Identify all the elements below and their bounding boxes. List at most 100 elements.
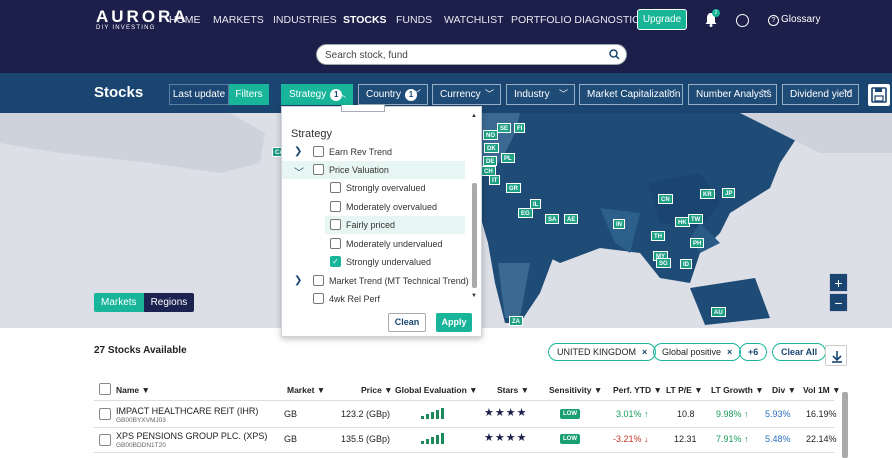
map-label-kr[interactable]: KR bbox=[700, 189, 715, 199]
strategy-option-4wk-rel-perf[interactable]: 4wk Rel Perf bbox=[282, 290, 465, 304]
chevron-right-icon[interactable]: ❯ bbox=[294, 146, 302, 157]
column-header-perf-ytd[interactable]: Perf. YTD ▼ bbox=[613, 385, 662, 395]
nav-portfolio-diagnostic[interactable]: PORTFOLIO DIAGNOSTIC bbox=[511, 14, 640, 26]
column-header-market[interactable]: Market ▼ bbox=[287, 385, 325, 395]
column-header-lt-pe[interactable]: LT P/E ▼ bbox=[666, 385, 703, 395]
nav-industries[interactable]: INDUSTRIES bbox=[273, 14, 337, 26]
close-icon[interactable]: × bbox=[727, 347, 732, 357]
row-checkbox[interactable] bbox=[99, 408, 111, 420]
regions-toggle[interactable]: Regions bbox=[143, 293, 195, 312]
column-header-name[interactable]: Name ▼ bbox=[116, 385, 150, 395]
strategy-option-strongly-overvalued[interactable]: Strongly overvalued bbox=[282, 179, 465, 197]
map-label-jp[interactable]: JP bbox=[722, 188, 736, 198]
scroll-up-icon[interactable]: ▲ bbox=[471, 113, 477, 119]
checkbox[interactable] bbox=[313, 275, 324, 286]
currency-filter[interactable]: Currency ﹀ bbox=[432, 84, 501, 105]
checkbox[interactable] bbox=[330, 182, 341, 193]
map-label-it[interactable]: IT bbox=[489, 175, 501, 185]
notification-bell-icon[interactable]: 2 bbox=[705, 9, 720, 27]
checkbox[interactable] bbox=[313, 293, 324, 304]
checkbox[interactable] bbox=[330, 201, 341, 212]
strategy-option-market-trend[interactable]: ❯ Market Trend (MT Technical Trend) bbox=[282, 272, 469, 290]
chevron-right-icon[interactable]: ❯ bbox=[294, 275, 302, 286]
filter-chip-global-positive[interactable]: Global positive × bbox=[653, 343, 742, 361]
zoom-out-button[interactable]: − bbox=[829, 293, 848, 312]
glossary-link[interactable]: ? Glossary bbox=[768, 14, 820, 26]
column-header-sensitivity[interactable]: Sensitivity ▼ bbox=[549, 385, 602, 395]
lt-growth-value: 9.98% bbox=[716, 409, 742, 419]
dividend-yield-filter[interactable]: Dividend yield ﹀ bbox=[782, 84, 859, 105]
apply-button[interactable]: Apply bbox=[436, 313, 472, 332]
map-label-dk[interactable]: DK bbox=[484, 143, 499, 153]
column-header-stars[interactable]: Stars ▼ bbox=[497, 385, 529, 395]
map-label-sg[interactable]: SG bbox=[656, 258, 671, 268]
map-label-za[interactable]: ZA bbox=[509, 316, 523, 326]
clear-all-button[interactable]: Clear All bbox=[772, 343, 827, 361]
nav-markets[interactable]: MARKETS bbox=[213, 14, 264, 26]
checkbox[interactable] bbox=[330, 238, 341, 249]
save-icon[interactable] bbox=[868, 84, 890, 106]
strategy-option-moderately-undervalued[interactable]: Moderately undervalued bbox=[282, 235, 465, 253]
map-label-in[interactable]: IN bbox=[613, 219, 625, 229]
map-label-sa[interactable]: SA bbox=[545, 214, 560, 224]
table-scrollbar[interactable] bbox=[842, 392, 848, 458]
nav-watchlist[interactable]: WATCHLIST bbox=[444, 14, 504, 26]
strategy-option-moderately-overvalued[interactable]: Moderately overvalued bbox=[282, 198, 465, 216]
strategy-option-fairly-priced[interactable]: Fairly priced bbox=[325, 216, 465, 234]
map-label-ph[interactable]: PH bbox=[690, 238, 705, 248]
checkbox[interactable] bbox=[313, 146, 324, 157]
market-cap-filter[interactable]: Market Capitalization ﹀ bbox=[579, 84, 683, 105]
column-header-global-evaluation[interactable]: Global Evaluation ▼ bbox=[395, 385, 478, 395]
stock-name[interactable]: XPS PENSIONS GROUP PLC. (XPS) bbox=[116, 431, 267, 441]
search-icon[interactable] bbox=[609, 49, 620, 60]
strategy-option-strongly-undervalued[interactable]: ✓ Strongly undervalued bbox=[282, 253, 465, 271]
filters-button[interactable]: Filters bbox=[229, 84, 269, 105]
column-header-price[interactable]: Price ▼ bbox=[361, 385, 393, 395]
panel-scrollbar[interactable] bbox=[472, 183, 477, 288]
strategy-option-price-valuation[interactable]: ﹀ Price Valuation bbox=[282, 161, 465, 179]
strategy-filter[interactable]: Strategy 1 ︿ bbox=[281, 84, 353, 105]
column-header-div[interactable]: Div ▼ bbox=[772, 385, 796, 395]
checkbox[interactable] bbox=[330, 219, 341, 230]
map-label-id[interactable]: ID bbox=[680, 259, 692, 269]
map-label-eg[interactable]: EG bbox=[518, 208, 533, 218]
map-label-se[interactable]: SE bbox=[497, 123, 512, 133]
row-checkbox[interactable] bbox=[99, 434, 111, 446]
map-label-cn[interactable]: CN bbox=[658, 194, 673, 204]
zoom-in-button[interactable]: + bbox=[829, 273, 848, 292]
nav-home[interactable]: HOME bbox=[169, 14, 201, 26]
close-icon[interactable]: × bbox=[642, 347, 647, 357]
chevron-down-icon[interactable]: ﹀ bbox=[294, 164, 304, 179]
select-all-checkbox[interactable] bbox=[99, 383, 111, 395]
download-icon[interactable] bbox=[825, 345, 847, 366]
markets-toggle[interactable]: Markets bbox=[94, 293, 144, 312]
column-header-lt-growth[interactable]: LT Growth ▼ bbox=[711, 385, 764, 395]
column-header-vol-1m[interactable]: Vol 1M ▼ bbox=[803, 385, 841, 395]
more-filters-chip[interactable]: +6 bbox=[739, 343, 768, 361]
checkbox-checked[interactable]: ✓ bbox=[330, 256, 341, 267]
stock-search-input[interactable]: Search stock, fund bbox=[316, 44, 627, 65]
stock-name[interactable]: IMPACT HEALTHCARE REIT (IHR) bbox=[116, 406, 258, 416]
map-label-pl[interactable]: PL bbox=[501, 153, 515, 163]
clean-button[interactable]: Clean bbox=[388, 313, 426, 332]
industry-filter[interactable]: Industry ﹀ bbox=[506, 84, 575, 105]
map-label-no[interactable]: NO bbox=[483, 130, 498, 140]
map-label-tw[interactable]: TW bbox=[688, 214, 704, 224]
country-filter[interactable]: Country 1 ﹀ bbox=[358, 84, 428, 105]
map-label-de[interactable]: DE bbox=[483, 156, 498, 166]
scroll-down-icon[interactable]: ▼ bbox=[471, 293, 477, 299]
number-analysts-filter[interactable]: Number Analysts ﹀ bbox=[688, 84, 777, 105]
nav-stocks[interactable]: STOCKS bbox=[343, 14, 387, 26]
user-account-icon[interactable] bbox=[736, 14, 749, 27]
filter-chip-united-kingdom[interactable]: UNITED KINGDOM × bbox=[548, 343, 657, 361]
strategy-option-earn-rev-trend[interactable]: ❯ Earn Rev Trend bbox=[282, 143, 465, 161]
map-label-au[interactable]: AU bbox=[711, 307, 726, 317]
map-label-fi[interactable]: FI bbox=[514, 123, 526, 133]
checkbox[interactable] bbox=[313, 164, 324, 175]
map-label-ae[interactable]: AE bbox=[564, 214, 579, 224]
map-label-th[interactable]: TH bbox=[651, 231, 665, 241]
nav-funds[interactable]: FUNDS bbox=[396, 14, 432, 26]
last-update-button[interactable]: Last update bbox=[169, 84, 229, 105]
map-label-gr[interactable]: GR bbox=[506, 183, 521, 193]
upgrade-button[interactable]: Upgrade bbox=[637, 9, 687, 30]
